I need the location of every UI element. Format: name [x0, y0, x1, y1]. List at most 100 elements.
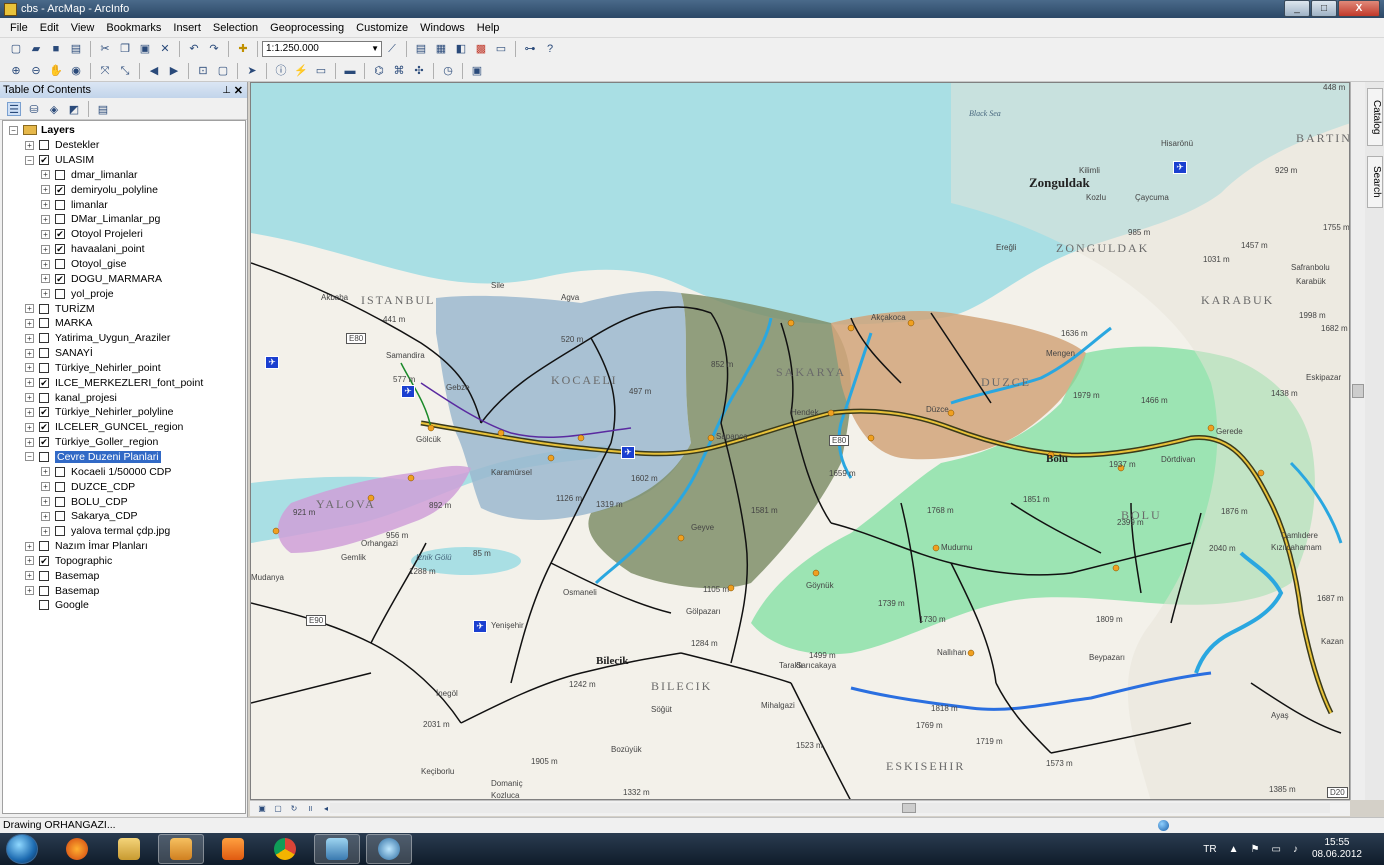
add-data-icon[interactable]: ✚: [236, 42, 250, 56]
layer-visibility-checkbox[interactable]: [39, 348, 49, 359]
menu-selection[interactable]: Selection: [207, 22, 264, 34]
menu-windows[interactable]: Windows: [414, 22, 471, 34]
expand-icon[interactable]: +: [41, 200, 50, 210]
expand-icon[interactable]: +: [41, 511, 50, 521]
map-scale-combo[interactable]: 1:1.250.000 ▼: [262, 41, 382, 57]
layer-row[interactable]: + Nazım İmar Planları: [3, 539, 245, 554]
layer-visibility-checkbox[interactable]: [39, 392, 49, 403]
expand-icon[interactable]: +: [41, 170, 50, 180]
menu-geoprocessing[interactable]: Geoprocessing: [264, 22, 350, 34]
layer-row[interactable]: Google: [3, 598, 245, 613]
taskbar-explorer[interactable]: [106, 834, 152, 864]
layer-visibility-checkbox[interactable]: [55, 259, 65, 270]
menu-file[interactable]: File: [4, 22, 34, 34]
list-by-drawing-order-icon[interactable]: ☰: [7, 101, 21, 116]
layer-row[interactable]: + ✔ Topographic: [3, 553, 245, 568]
expand-icon[interactable]: +: [25, 393, 34, 403]
print-icon[interactable]: ▤: [69, 42, 83, 56]
layer-row[interactable]: + dmar_limanlar: [3, 168, 245, 183]
measure-icon[interactable]: ▬: [343, 64, 357, 78]
layer-row[interactable]: + Basemap: [3, 583, 245, 598]
layer-visibility-checkbox[interactable]: [39, 451, 49, 462]
menu-help[interactable]: Help: [471, 22, 506, 34]
save-icon[interactable]: ■: [49, 42, 63, 56]
layer-row[interactable]: + ✔ ILCELER_GUNCEL_region: [3, 420, 245, 435]
full-extent-icon[interactable]: ◉: [69, 64, 83, 78]
layer-visibility-checkbox[interactable]: [55, 496, 65, 507]
layer-row[interactable]: + DUZCE_CDP: [3, 479, 245, 494]
expand-icon[interactable]: +: [41, 244, 50, 254]
layer-visibility-checkbox[interactable]: ✔: [39, 155, 49, 166]
expand-icon[interactable]: +: [41, 497, 50, 507]
layer-visibility-checkbox[interactable]: [39, 333, 49, 344]
layer-visibility-checkbox[interactable]: [55, 169, 65, 180]
expand-icon[interactable]: +: [25, 422, 34, 432]
expand-icon[interactable]: +: [41, 274, 50, 284]
vertical-scroll-thumb[interactable]: [1352, 384, 1364, 398]
data-view-icon[interactable]: ▣: [257, 804, 267, 814]
menu-customize[interactable]: Customize: [350, 22, 414, 34]
layer-visibility-checkbox[interactable]: [39, 140, 49, 151]
layer-visibility-checkbox[interactable]: ✔: [55, 244, 65, 255]
select-elements-arrow-icon[interactable]: ➤: [245, 64, 259, 78]
close-button[interactable]: X: [1338, 0, 1380, 17]
expand-icon[interactable]: +: [25, 140, 34, 150]
airport-icon[interactable]: ✈: [1173, 161, 1187, 174]
layer-visibility-checkbox[interactable]: [39, 585, 49, 596]
airport-icon[interactable]: ✈: [265, 356, 279, 369]
open-folder-icon[interactable]: ▰: [29, 42, 43, 56]
airport-icon[interactable]: ✈: [621, 446, 635, 459]
menu-edit[interactable]: Edit: [34, 22, 65, 34]
action-center-flag-icon[interactable]: ⚑: [1251, 844, 1260, 855]
layer-visibility-checkbox[interactable]: [39, 318, 49, 329]
expand-icon[interactable]: +: [25, 586, 34, 596]
cut-icon[interactable]: ✂: [98, 42, 112, 56]
layer-row[interactable]: + Yatirima_Uygun_Araziler: [3, 331, 245, 346]
identify-icon[interactable]: ⓘ: [274, 64, 288, 78]
layer-visibility-checkbox[interactable]: [55, 214, 65, 225]
airport-icon[interactable]: ✈: [473, 620, 487, 633]
layer-row[interactable]: + ✔ Türkiye_Nehirler_polyline: [3, 405, 245, 420]
fixed-zoom-in-icon[interactable]: ⤧: [98, 64, 112, 78]
whats-this-help-icon[interactable]: ?: [543, 42, 557, 56]
layout-view-icon[interactable]: ▢: [273, 804, 283, 814]
maximize-button[interactable]: □: [1311, 0, 1337, 17]
editor-toolbar-icon[interactable]: ⟋: [385, 42, 399, 56]
layer-visibility-checkbox[interactable]: ✔: [39, 422, 49, 433]
airport-icon[interactable]: ✈: [401, 385, 415, 398]
expand-icon[interactable]: +: [41, 185, 50, 195]
layer-visibility-checkbox[interactable]: ✔: [55, 229, 65, 240]
python-window-icon[interactable]: ▭: [494, 42, 508, 56]
show-hidden-icons-icon[interactable]: ▲: [1229, 844, 1239, 855]
layer-row[interactable]: + ✔ havaalani_point: [3, 242, 245, 257]
search-tab[interactable]: Search: [1367, 156, 1383, 208]
collapse-icon[interactable]: −: [25, 452, 34, 462]
layer-visibility-checkbox[interactable]: [55, 466, 65, 477]
layer-visibility-checkbox[interactable]: [55, 511, 65, 522]
redo-icon[interactable]: ↷: [207, 42, 221, 56]
clock[interactable]: 15:55 08.06.2012: [1312, 837, 1362, 861]
back-arrow-icon[interactable]: ◀: [147, 64, 161, 78]
hyperlink-icon[interactable]: ⚡: [294, 64, 308, 78]
select-features-icon[interactable]: ⊡: [196, 64, 210, 78]
expand-icon[interactable]: +: [25, 378, 34, 388]
table-of-contents-icon[interactable]: ▤: [414, 42, 428, 56]
expand-icon[interactable]: +: [25, 333, 34, 343]
pause-drawing-icon[interactable]: ॥: [305, 804, 315, 814]
menu-view[interactable]: View: [65, 22, 101, 34]
list-by-visibility-icon[interactable]: ◈: [47, 102, 61, 116]
expand-icon[interactable]: +: [25, 541, 34, 551]
layer-visibility-checkbox[interactable]: [39, 303, 49, 314]
list-by-source-icon[interactable]: ⛁: [27, 102, 41, 116]
collapse-icon[interactable]: −: [25, 155, 34, 165]
expand-icon[interactable]: +: [41, 482, 50, 492]
clear-selection-icon[interactable]: ▢: [216, 64, 230, 78]
forward-arrow-icon[interactable]: ▶: [167, 64, 181, 78]
layer-row[interactable]: + yol_proje: [3, 286, 245, 301]
layer-row[interactable]: − ✔ ULASIM: [3, 153, 245, 168]
layer-row[interactable]: + ✔ demiryolu_polyline: [3, 182, 245, 197]
expand-icon[interactable]: +: [41, 259, 50, 269]
expand-icon[interactable]: +: [25, 304, 34, 314]
delete-icon[interactable]: ✕: [158, 42, 172, 56]
pan-hand-icon[interactable]: ✋: [49, 64, 63, 78]
